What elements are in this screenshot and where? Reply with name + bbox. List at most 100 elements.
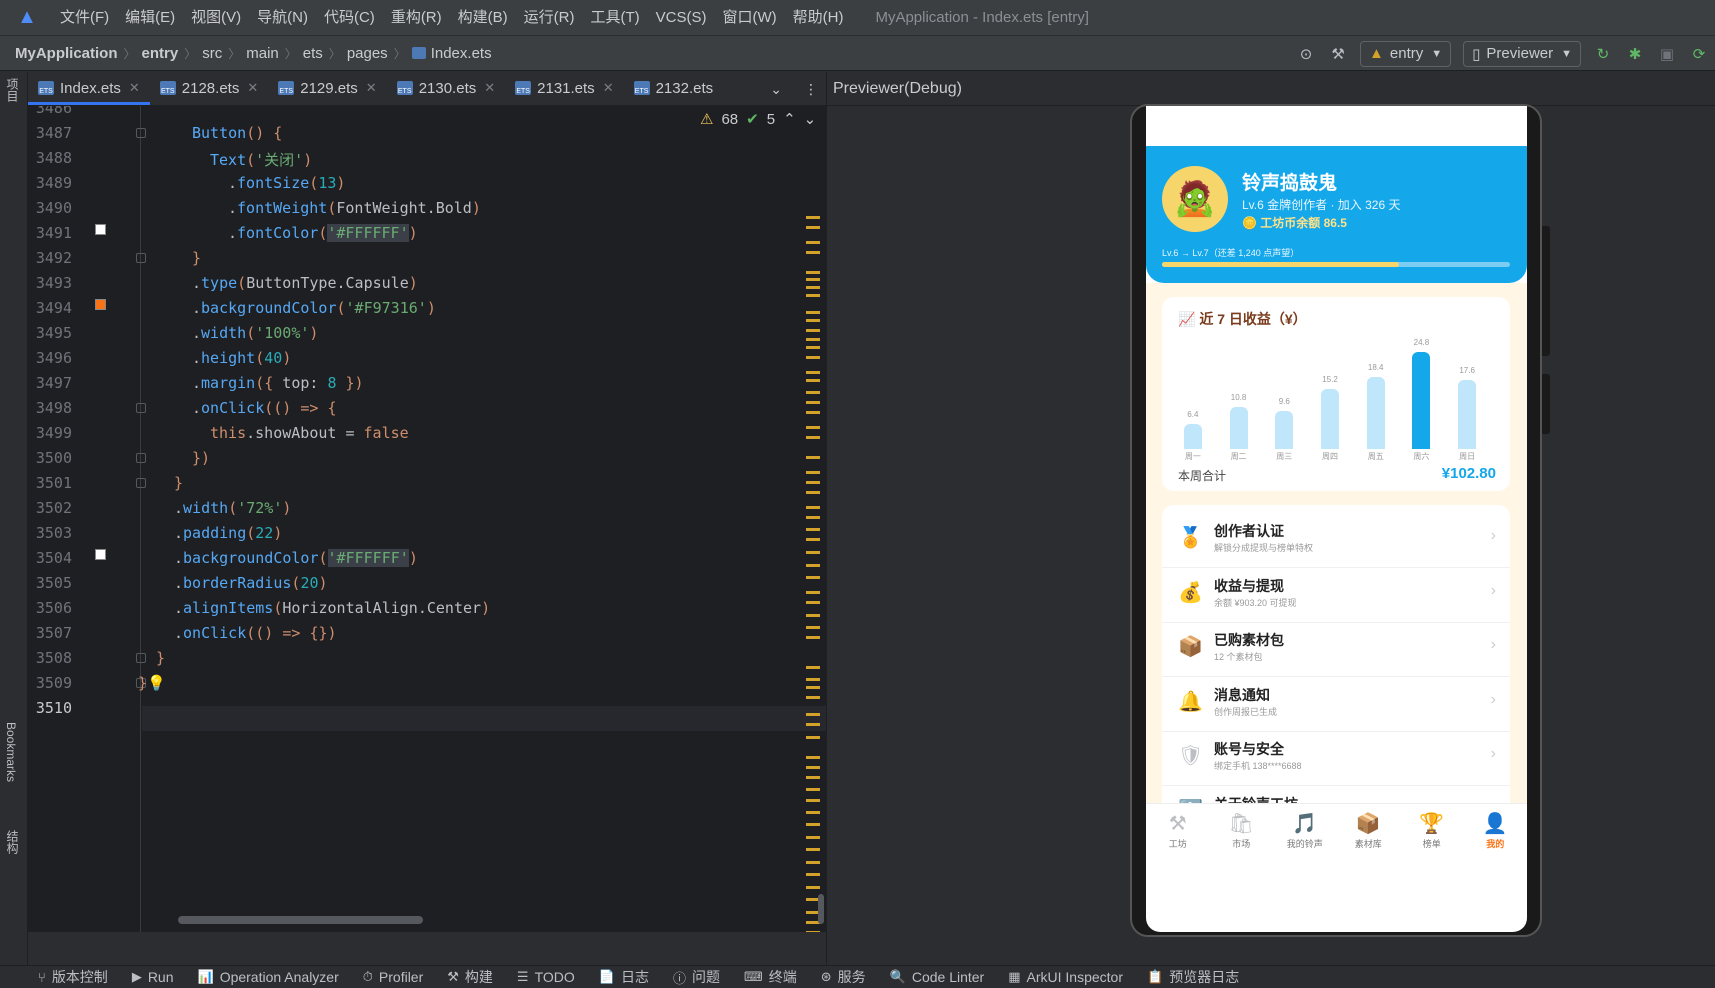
tab-trophy[interactable]: 🏆 榜单 [1400,804,1464,857]
menu-edit[interactable]: 编辑(E) [117,0,183,36]
menu-code[interactable]: 代码(C) [316,0,383,36]
stripe-mark[interactable] [806,338,820,341]
stripe-mark[interactable] [806,723,820,726]
stripe-mark[interactable] [806,516,820,519]
toolwindow-build[interactable]: ⚒ 构建 [447,967,493,987]
stripe-mark[interactable] [806,766,820,769]
stripe-mark[interactable] [806,356,820,359]
stripe-mark[interactable] [806,226,820,229]
stripe-mark[interactable] [806,799,820,802]
stripe-mark[interactable] [806,823,820,826]
menu-run[interactable]: 运行(R) [516,0,583,36]
stripe-mark[interactable] [806,506,820,509]
stripe-mark[interactable] [806,411,820,414]
stripe-mark[interactable] [806,696,820,699]
refresh-icon[interactable]: ⟳ [1688,43,1710,65]
color-swatch-orange[interactable] [95,299,106,310]
toolwindow-services[interactable]: ⊛ 服务 [821,967,866,987]
tab-index[interactable]: ETS Index.ets ✕ [28,71,150,105]
stripe-mark[interactable] [806,456,820,459]
error-stripe[interactable] [806,216,820,932]
menu-view[interactable]: 视图(V) [183,0,249,36]
structure-tool-button[interactable]: 结构 [4,830,21,854]
stripe-mark[interactable] [806,836,820,839]
stripe-mark[interactable] [806,426,820,429]
debug-icon[interactable]: ✱ [1624,43,1646,65]
settings-item[interactable]: 💰 收益与提现 余额 ¥903.20 可提现 › [1162,564,1510,623]
stripe-mark[interactable] [806,379,820,382]
stripe-mark[interactable] [806,401,820,404]
stripe-mark[interactable] [806,286,820,289]
menu-help[interactable]: 帮助(H) [785,0,852,36]
stripe-mark[interactable] [806,294,820,297]
toolwindow-log[interactable]: 📄 日志 [599,967,649,987]
color-swatch-white[interactable] [95,549,106,560]
close-icon[interactable]: ✕ [366,80,377,96]
settings-item[interactable]: 🏅 创作者认证 解锁分成提现与榜单特权 › [1162,509,1510,568]
lightbulb-icon[interactable]: 💡 [147,674,166,692]
toolwindow-previewer-log[interactable]: 📋 预览器日志 [1147,967,1239,987]
settings-item[interactable]: 🔔 消息通知 创作周报已生成 › [1162,673,1510,732]
tab-2130[interactable]: ETS 2130.ets ✕ [387,71,505,105]
tab-2129[interactable]: ETS 2129.ets ✕ [268,71,386,105]
stripe-mark[interactable] [806,861,820,864]
stripe-mark[interactable] [806,436,820,439]
tab-music[interactable]: 🎵 我的铃声 [1273,804,1337,857]
horizontal-scrollbar[interactable] [178,916,423,924]
breadcrumb-entry[interactable]: entry [142,45,179,62]
breadcrumb-src[interactable]: src [202,45,222,62]
stripe-mark[interactable] [806,491,820,494]
stripe-mark[interactable] [806,591,820,594]
vertical-scrollbar[interactable] [818,894,824,924]
stripe-mark[interactable] [806,481,820,484]
stripe-mark[interactable] [806,216,820,219]
stripe-mark[interactable] [806,576,820,579]
module-selector[interactable]: ▲ entry ▼ [1360,40,1452,67]
close-icon[interactable]: ✕ [129,80,140,96]
hammer-icon[interactable]: ⚒ [1327,43,1349,65]
stripe-mark[interactable] [806,471,820,474]
code-area[interactable]: 3486 3487 3488 3489 3490 3491 3492 3493 … [28,106,826,932]
settings-item[interactable]: 📦 已购素材包 12 个素材包 › [1162,618,1510,677]
tab-2128[interactable]: ETS 2128.ets ✕ [150,71,268,105]
rerun-icon[interactable]: ↻ [1592,43,1614,65]
close-icon[interactable]: ✕ [484,80,495,96]
stripe-mark[interactable] [806,678,820,681]
stripe-mark[interactable] [806,756,820,759]
stripe-mark[interactable] [806,886,820,889]
stripe-mark[interactable] [806,713,820,716]
stripe-mark[interactable] [806,931,820,932]
fold-marker[interactable] [136,403,146,413]
more-vertical-icon[interactable]: ⋮ [804,81,818,98]
stripe-mark[interactable] [806,626,820,629]
fold-marker[interactable] [136,478,146,488]
menu-file[interactable]: 文件(F) [52,0,117,36]
stripe-mark[interactable] [806,271,820,274]
toolwindow-version-control[interactable]: ⑂ 版本控制 [38,967,108,987]
toolwindow-profiler[interactable]: ⏱ Profiler [363,969,424,985]
stripe-mark[interactable] [806,666,820,669]
tab-box[interactable]: 📦 素材库 [1337,804,1401,857]
device-screen[interactable]: 🧟 铃声捣鼓鬼 Lv.6 金牌创作者 · 加入 326 天 🪙 工坊币余额 86… [1146,106,1527,932]
avatar[interactable]: 🧟 [1162,166,1228,232]
project-tool-button[interactable]: 项目 [4,78,21,102]
device-selector[interactable]: ▯ Previewer ▼ [1463,40,1581,67]
menu-window[interactable]: 窗口(W) [714,0,784,36]
menu-build[interactable]: 构建(B) [450,0,516,36]
chevron-up-icon[interactable]: ⌃ [783,110,796,128]
stripe-mark[interactable] [806,346,820,349]
stripe-mark[interactable] [806,371,820,374]
fold-marker[interactable] [136,128,146,138]
fold-marker[interactable] [136,253,146,263]
tab-user[interactable]: 👤 我的 [1464,804,1528,857]
toolwindow-code-linter[interactable]: 🔍 Code Linter [890,969,985,985]
stripe-mark[interactable] [806,241,820,244]
menu-tools[interactable]: 工具(T) [582,0,647,36]
close-icon[interactable]: ✕ [247,80,258,96]
toolwindow-terminal[interactable]: ⌨ 终端 [744,967,797,987]
menu-navigate[interactable]: 导航(N) [249,0,316,36]
tab-tools[interactable]: ⚒ 工坊 [1146,804,1210,857]
toolwindow-operation-analyzer[interactable]: 📊 Operation Analyzer [198,969,339,985]
stripe-mark[interactable] [806,251,820,254]
tab-2131[interactable]: ETS 2131.ets ✕ [505,71,623,105]
